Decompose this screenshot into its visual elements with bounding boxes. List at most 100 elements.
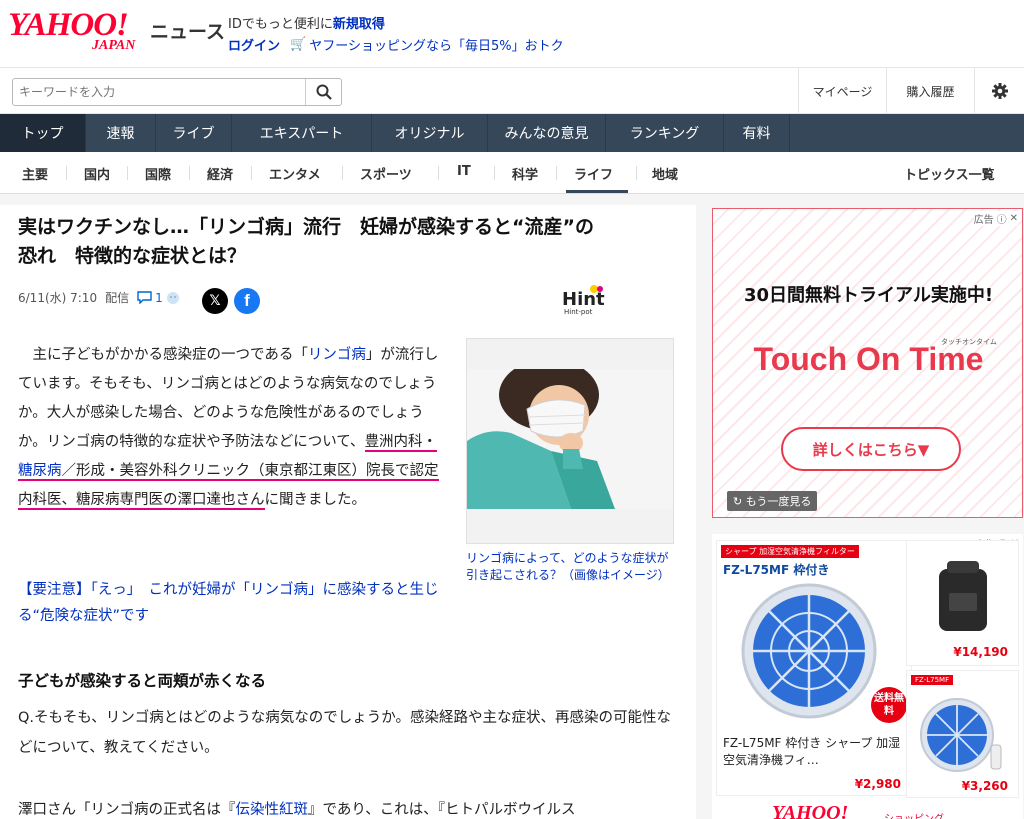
ad-close-icon[interactable]: ✕ [1010,213,1018,224]
mypage-link[interactable]: マイページ [798,68,886,114]
category-main[interactable]: 主要 [22,164,48,183]
answer-text-segment: 』であり、これは、『ヒトパルボウイルス [308,802,576,818]
category-economy[interactable]: 経済 [207,164,233,183]
share-x-button[interactable]: 𝕏 [202,288,228,314]
service-name[interactable]: ニュース [150,17,225,44]
shopping-promo[interactable]: 🛒 ヤフーショッピングなら「毎日5%」おトク [290,35,564,54]
nav-tab-expert[interactable]: エキスパート [232,114,372,152]
related-article-link[interactable]: 【要注意】「えっ」 これが妊婦が「リンゴ病」に感染すると生じる“危険な症状”です [18,577,458,629]
nav-tab-paid[interactable]: 有料 [724,114,790,152]
separator [66,166,67,180]
topics-all-link[interactable]: トピックス一覧 [904,164,995,183]
nav-tab-original[interactable]: オリジナル [372,114,488,152]
separator [556,166,557,180]
separator [342,166,343,180]
nav-tab-ranking[interactable]: ランキング [606,114,724,152]
coughing-child-image [467,369,673,509]
ad-label-text: 広告 [973,215,994,226]
facebook-logo-icon: f [244,291,250,310]
free-shipping-badge: 送料無料 [871,687,907,723]
nav-tab-live[interactable]: ライブ [156,114,232,152]
product-tag: FZ-L75MF [911,675,954,685]
article-meta: 6/11(水) 7:10 配信 1 [18,289,180,306]
article-title-line2: 恐れ 特徴的な症状とは？ [18,245,247,267]
product-card[interactable]: シャープ 加湿空気清浄機フィルター FZ-L75MF 枠付き 送料無料 FZ-L… [716,540,912,796]
product-card[interactable]: ¥14,190 [906,540,1019,666]
x-logo-icon: 𝕏 [209,293,221,309]
product-card[interactable]: FZ-L75MF ¥3,260 [906,670,1019,798]
category-local[interactable]: 地域 [652,164,678,183]
article-photo[interactable] [466,338,674,544]
separator [438,166,439,180]
gear-icon [991,83,1008,99]
product-tag: シャープ 加湿空気清浄機フィルター [721,545,859,558]
article-title-line1: 実はワクチンなし…「リンゴ病」流行 妊婦が感染すると“流産”の [18,216,594,238]
yahoo-japan-logo[interactable]: YAHOO! JAPAN [8,8,148,58]
media-logo[interactable]: Hint Hint-pot [560,283,624,319]
category-it[interactable]: IT [457,164,471,179]
login-link[interactable]: ログイン [228,35,280,54]
active-category-indicator [566,190,628,193]
svg-text:Hint: Hint [562,289,605,310]
ad-cta-button[interactable]: 詳しくはこちら▼ [781,427,961,471]
search-input[interactable] [13,79,303,105]
id-promo: IDでもっと便利に新規取得 [228,13,385,32]
category-life[interactable]: ライフ [574,164,613,183]
comment-link[interactable]: 1 [137,291,180,305]
share-facebook-button[interactable]: f [234,288,260,314]
product-model: FZ-L75MF 枠付き [723,563,830,577]
publish-date: 6/11(水) 7:10 [18,291,98,305]
main-nav: トップ 速報 ライブ エキスパート オリジナル みんなの意見 ランキング 有料 [0,114,1024,152]
category-entertainment[interactable]: エンタメ [269,164,321,183]
ringo-disease-link[interactable]: リンゴ病 [308,347,366,363]
yahoo-shopping-logo[interactable]: YAHOO! [772,802,848,819]
comment-count: 1 [155,290,163,305]
register-link[interactable]: 新規取得 [333,17,385,32]
diabetes-link[interactable]: 糖尿病 [18,463,62,479]
ad-info-icon[interactable]: ⓘ [997,211,1007,226]
product-price: ¥2,980 [854,777,901,791]
id-promo-text: IDでもっと便利に [228,17,333,32]
ad-headline: 30日間無料トライアル実施中! [743,285,994,306]
product-name: FZ-L75MF 枠付き シャープ 加湿空気清浄機フィ… [723,736,901,767]
section-heading: 子どもが感染すると両頬が赤くなる [18,672,267,690]
air-filter-image [920,698,1002,772]
filter-unit-image [939,561,987,631]
category-science[interactable]: 科学 [512,164,538,183]
ad-label[interactable]: 広告 ⓘ ✕ [973,211,1018,226]
shopping-link[interactable]: ヤフーショッピングなら「毎日5%」おトク [309,35,563,54]
reaction-face-icon [166,291,179,304]
media-logo-mark: Hint Hint-pot [562,285,605,316]
category-world[interactable]: 国際 [145,164,171,183]
cart-icon: 🛒 [290,37,307,52]
purchase-history-link[interactable]: 購入履歴 [886,68,974,114]
yahoo-shopping-label: ショッピング [884,810,944,819]
category-sports[interactable]: スポーツ [360,164,412,183]
question-paragraph: Q.そもそも、リンゴ病とはどのような病気なのでしょうか。感染経路や主な症状、再感… [18,710,672,756]
settings-button[interactable] [974,68,1024,114]
nav-tab-top[interactable]: トップ [0,114,86,152]
body-text-segment: に聞きました。 [264,492,367,508]
nav-tab-opinions[interactable]: みんなの意見 [488,114,606,152]
logo-text: YAHOO! [8,7,129,43]
svg-text:Hint-pot: Hint-pot [564,308,593,316]
search-icon [316,84,332,100]
replay-icon: ↻ [733,495,746,508]
category-domestic[interactable]: 国内 [84,164,110,183]
separator [636,166,637,180]
answer-paragraph: 澤口さん「リンゴ病の正式名は『伝染性紅斑』であり、これは、『ヒトパルボウイルス [18,795,678,819]
separator [127,166,128,180]
display-ad-touch-on-time[interactable]: 広告 ⓘ ✕ 30日間無料トライアル実施中! タッチオンタイム Touch On… [712,208,1023,518]
product-price: ¥14,190 [953,645,1008,659]
photo-caption[interactable]: リンゴ病によって、どのような症状が引き起こされる？（画像はイメージ） [466,550,674,584]
shopping-ad: 広告 ⓘ ✕ シャープ 加湿空気清浄機フィルター FZ-L75MF 枠付き 送料… [712,534,1023,819]
ad-replay-label: もう一度見る [745,495,812,508]
doctor-name: ／形成・美容外科クリニック（東京都江東区）院長で認定内科医、糖尿病専門医の澤口達… [18,463,439,508]
ad-replay-button[interactable]: ↻ もう一度見る [727,491,818,511]
nav-tab-breaking[interactable]: 速報 [86,114,156,152]
search-button[interactable] [305,79,341,105]
search-box [12,78,342,106]
delivery-label: 配信 [105,291,130,305]
air-filter-image [741,583,877,719]
erythema-link[interactable]: 伝染性紅斑 [236,802,309,818]
